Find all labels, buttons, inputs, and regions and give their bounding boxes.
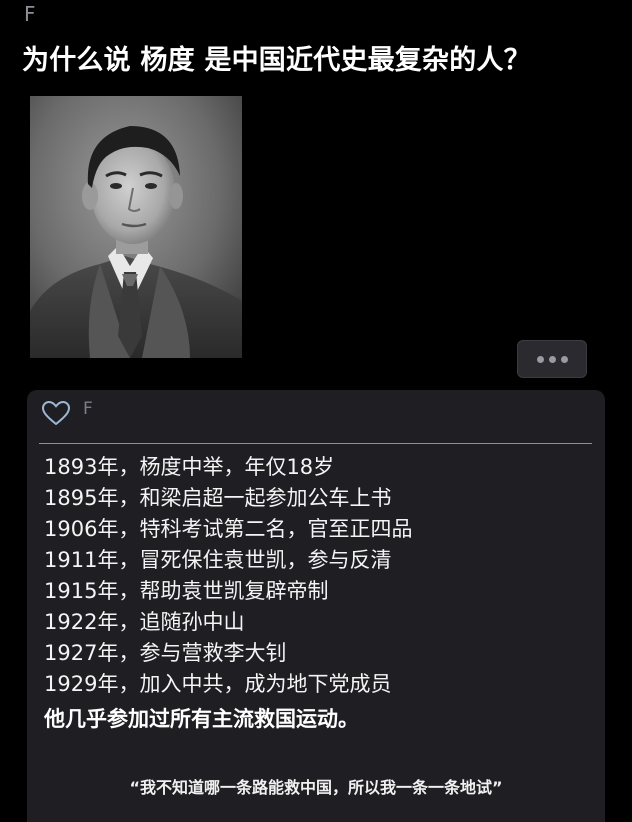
timeline-item: 1915年，帮助袁世凯复辟帝制 (44, 579, 329, 603)
timeline-item: 1927年，参与营救李大钊 (44, 641, 287, 665)
ellipsis-icon (536, 355, 544, 363)
more-options-button[interactable] (517, 340, 587, 378)
ellipsis-icon (548, 355, 556, 363)
quote-text: “我不知道哪一条路能救中国，所以我一条一条地试” (129, 778, 503, 797)
header-letter-f: F (24, 2, 36, 26)
portrait-photo (30, 96, 242, 358)
timeline-item: 1922年，追随孙中山 (44, 610, 245, 634)
summary-text: 他几乎参加过所有主流救国运动。 (44, 707, 359, 731)
ellipsis-icon (560, 355, 568, 363)
heart-outline-icon[interactable] (41, 400, 71, 426)
timeline-list: 1893年，杨度中举，年仅18岁 1895年，和梁启超一起参加公车上书 1906… (44, 452, 412, 700)
portrait-illustration (30, 96, 242, 358)
timeline-item: 1893年，杨度中举，年仅18岁 (44, 455, 335, 479)
timeline-item: 1895年，和梁启超一起参加公车上书 (44, 486, 392, 510)
card-header: F (41, 399, 93, 426)
card-author-letter: F (83, 399, 93, 419)
question-title: 为什么说 杨度 是中国近代史最复杂的人？ (22, 45, 531, 76)
timeline-item: 1929年，加入中共，成为地下党成员 (44, 672, 392, 696)
answer-card: F 1893年，杨度中举，年仅18岁 1895年，和梁启超一起参加公车上书 19… (27, 390, 605, 822)
timeline-item: 1911年，冒死保住袁世凯，参与反清 (44, 548, 392, 572)
timeline-item: 1906年，特科考试第二名，官至正四品 (44, 517, 413, 541)
divider (39, 443, 592, 444)
